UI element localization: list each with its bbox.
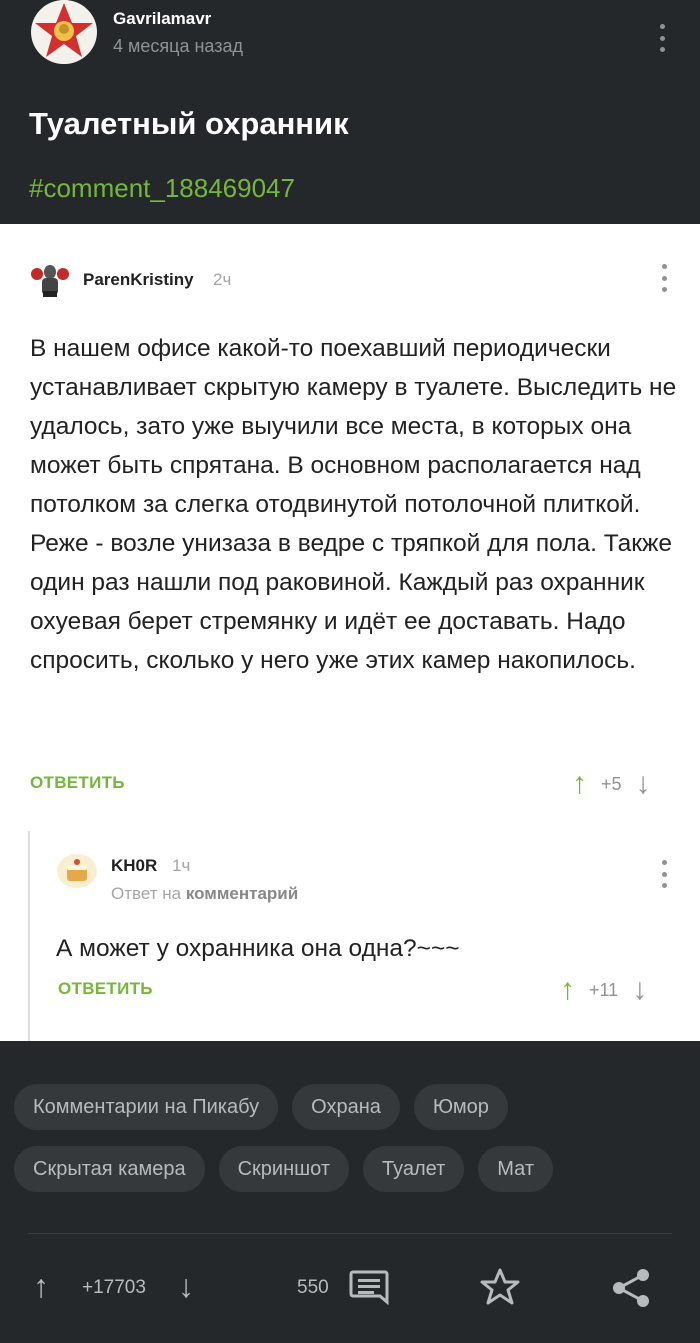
arrow-down-icon[interactable]: ↓ [632, 975, 647, 1005]
comment-time: 2ч [213, 270, 232, 289]
arrow-up-icon[interactable]: ↑ [560, 975, 575, 1005]
reply-to-prefix: Ответ на [111, 884, 182, 903]
post-upvote-icon[interactable]: ↑ [33, 1268, 49, 1304]
comment-body: А может у охранника она одна?~~~ [56, 935, 460, 962]
comment-author[interactable]: KH0R [111, 856, 157, 876]
comment-author[interactable]: ParenKristiny [83, 270, 194, 290]
share-icon[interactable] [610, 1268, 652, 1308]
comment-rating: +11 [589, 979, 619, 1000]
reply-to-target[interactable]: комментарий [186, 884, 298, 903]
comment-vote: ↑ +5 ↓ [572, 769, 651, 799]
commenter-avatar-boxer[interactable] [30, 258, 70, 300]
tag-chip[interactable]: Скрытая камера [14, 1146, 205, 1192]
reply-button[interactable]: ОТВЕТИТЬ [58, 979, 153, 999]
comment-link[interactable]: #comment_188469047 [29, 173, 295, 204]
tag-chip[interactable]: Мат [478, 1146, 554, 1192]
tag-chip[interactable]: Охрана [292, 1084, 400, 1130]
comment-vote: ↑ +11 ↓ [560, 975, 647, 1005]
tag-list: Комментарии на Пикабу Охрана Юмор Скрыта… [14, 1084, 694, 1208]
tag-chip[interactable]: Скриншот [218, 1146, 349, 1192]
arrow-down-icon[interactable]: ↓ [636, 769, 651, 799]
tag-chip[interactable]: Туалет [363, 1146, 465, 1192]
reply-button[interactable]: ОТВЕТИТЬ [30, 773, 125, 793]
arrow-up-icon[interactable]: ↑ [572, 769, 587, 799]
tag-chip[interactable]: Юмор [413, 1084, 508, 1130]
commenter-avatar-cake[interactable] [56, 853, 98, 889]
comment-rating: +5 [601, 773, 622, 794]
tag-chip[interactable]: Комментарии на Пикабу [14, 1084, 279, 1130]
star-icon[interactable] [480, 1267, 520, 1307]
comments-screenshot: ParenKristiny 2ч В нашем офисе какой-то … [0, 224, 700, 1041]
divider [28, 1233, 672, 1234]
comment-menu-icon[interactable] [660, 264, 668, 292]
reply-to-label: Ответ на комментарий [111, 884, 298, 904]
post-header: Gavrilamavr 4 месяца назад Туалетный охр… [0, 0, 700, 224]
comments-icon[interactable] [349, 1269, 389, 1306]
post-rating: +17703 [82, 1277, 146, 1298]
tag-row: Скрытая камера Скриншот Туалет Мат [14, 1146, 694, 1192]
reply-thread-line [28, 831, 30, 1041]
post-title[interactable]: Туалетный охранник [29, 106, 349, 142]
comment-menu-icon[interactable] [660, 860, 668, 888]
post-downvote-icon[interactable]: ↓ [178, 1268, 194, 1304]
author-avatar[interactable] [31, 0, 97, 64]
post-time: 4 месяца назад [113, 36, 243, 56]
tag-row: Комментарии на Пикабу Охрана Юмор [14, 1084, 694, 1130]
author-name[interactable]: Gavrilamavr [113, 9, 211, 29]
comment-time: 1ч [172, 856, 191, 875]
comments-count[interactable]: 550 [297, 1277, 329, 1299]
comment-body: В нашем офисе какой-то поехавший периоди… [30, 335, 677, 674]
post-menu-icon[interactable] [658, 24, 666, 52]
